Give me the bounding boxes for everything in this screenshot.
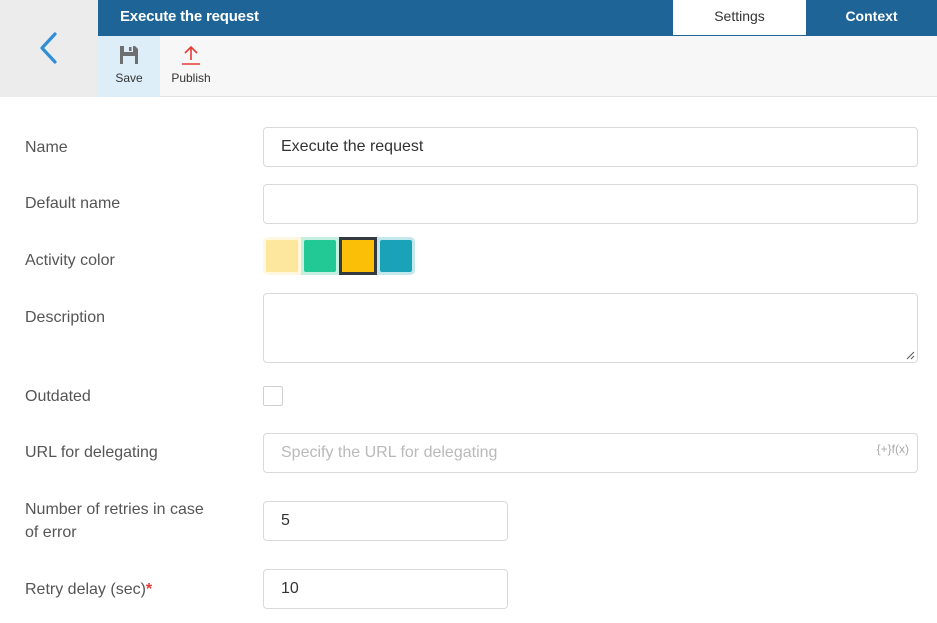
retry-delay-label: Retry delay (sec)*: [25, 578, 152, 601]
chevron-left-icon: [40, 32, 57, 64]
retries-input[interactable]: 5: [263, 501, 508, 541]
upload-arrow-icon: [182, 45, 200, 65]
publish-button[interactable]: Publish: [160, 36, 222, 97]
save-button[interactable]: Save: [98, 36, 160, 97]
description-textarea[interactable]: [263, 293, 918, 363]
color-swatch-teal[interactable]: [377, 237, 415, 275]
outdated-label: Outdated: [25, 388, 91, 405]
retries-value: 5: [281, 512, 290, 529]
page-title: Execute the request: [120, 8, 259, 25]
color-swatch-yellow-light[interactable]: [263, 237, 301, 275]
retries-label-line1: Number of retries in case: [25, 501, 204, 518]
retry-delay-label-text: Retry delay (sec): [25, 581, 146, 598]
default-name-label: Default name: [25, 195, 121, 212]
activity-color-picker: [263, 237, 415, 275]
retries-label-line2: of error: [25, 524, 77, 541]
publish-label: Publish: [171, 71, 211, 85]
url-delegating-placeholder: Specify the URL for delegating: [281, 444, 498, 461]
activity-color-label: Activity color: [25, 252, 115, 269]
tab-settings[interactable]: Settings: [673, 0, 806, 35]
retry-delay-value: 10: [281, 580, 299, 597]
color-swatch-green[interactable]: [301, 237, 339, 275]
description-label: Description: [25, 309, 106, 326]
left-rail: [0, 0, 98, 97]
required-mark: *: [145, 581, 153, 598]
floppy-disk-icon: [120, 46, 138, 64]
color-swatch-amber-selected[interactable]: [339, 237, 377, 275]
header-bar: Execute the request Settings Context: [98, 0, 937, 36]
name-value: Execute the request: [281, 138, 424, 155]
save-label: Save: [115, 71, 143, 85]
url-delegating-input[interactable]: Specify the URL for delegating {+}f(x): [263, 433, 918, 473]
resize-handle-icon[interactable]: [905, 350, 915, 360]
tab-context[interactable]: Context: [806, 0, 937, 35]
name-input[interactable]: Execute the request: [263, 127, 918, 167]
back-button[interactable]: [30, 28, 66, 68]
url-delegating-label: URL for delegating: [25, 444, 158, 461]
name-label: Name: [25, 139, 68, 156]
outdated-checkbox[interactable]: [263, 386, 283, 406]
retry-delay-input[interactable]: 10: [263, 569, 508, 609]
formula-icon[interactable]: {+}f(x): [877, 442, 909, 456]
default-name-input[interactable]: [263, 184, 918, 224]
toolbar: Save Publish: [98, 36, 937, 97]
